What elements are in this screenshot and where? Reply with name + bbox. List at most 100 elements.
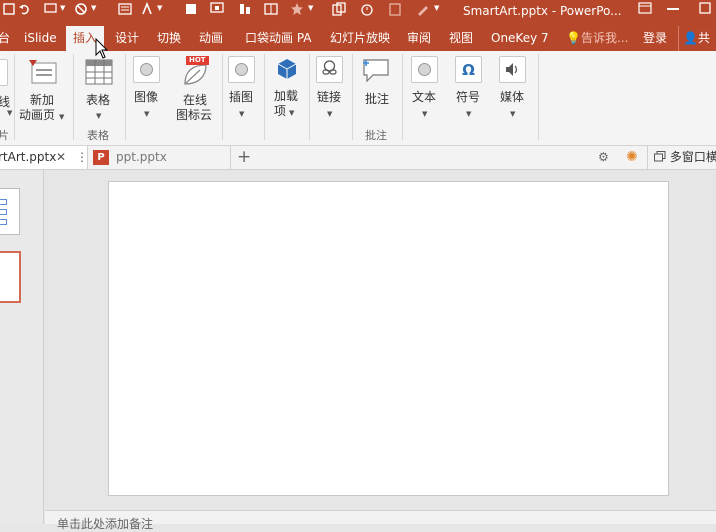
omega-icon: Ω [455,56,482,83]
illustrations-icon [228,56,255,83]
lightbulb-icon: 💡 [566,31,581,45]
tab-islide[interactable]: iSlide [24,26,57,51]
tell-me-placeholder: 告诉我... [580,31,629,45]
divider [222,54,223,140]
slide-icon[interactable] [118,2,132,16]
image-icon [133,56,160,83]
share-button[interactable]: 👤共 [678,26,710,51]
multi-window-button[interactable]: 多窗口横 [647,146,716,169]
link-icon [316,56,343,83]
notes-pane[interactable]: 单击此处添加备注 [45,510,716,531]
layout-icon[interactable] [264,2,278,16]
paste-icon[interactable] [388,2,402,16]
chevron-down-icon: ▼ [510,110,516,118]
save-icon[interactable] [2,2,16,16]
group-label-table: 表格 [87,129,109,142]
block-icon[interactable] [74,2,88,16]
symbols-button[interactable]: Ω 符号 ▼ [450,51,488,123]
chevron-down-icon[interactable]: ▼ [308,4,313,12]
tab-transitions[interactable]: 切换 [157,26,181,51]
addins-cube-icon [277,59,297,79]
settings-gear-icon[interactable]: ✺ [626,146,638,169]
redo-icon[interactable] [44,2,58,16]
close-icon[interactable]: ✕ [56,146,66,169]
slide-canvas[interactable] [108,181,669,496]
brush-icon[interactable] [416,2,430,16]
smartart-box-icon [0,199,7,205]
divider [73,54,74,140]
align-icon[interactable] [238,2,252,16]
doc-tab-ppt[interactable]: P ppt.pptx [89,146,231,169]
comment-icon [363,59,389,83]
image-button[interactable]: 图像 ▼ [128,51,166,123]
divider [264,54,265,140]
text-button[interactable]: 文本 ▼ [406,51,444,123]
chevron-down-icon: ▼ [289,109,295,117]
chevron-down-icon[interactable]: ▼ [434,4,439,12]
online-icons-button[interactable]: HOT 在线 图标云 [172,51,218,123]
chevron-down-icon[interactable]: ▼ [60,4,65,12]
partial-icon [0,59,8,86]
tab-design[interactable]: 设计 [115,26,139,51]
undo-icon[interactable] [18,2,32,16]
shape-icon[interactable] [184,2,198,16]
partial-group-label: 片 [0,129,9,142]
maximize-icon[interactable] [698,2,712,14]
links-button[interactable]: 链接 ▼ [313,51,349,123]
slide-thumbnail[interactable] [0,188,20,235]
tab-partial[interactable]: 台 [0,26,10,51]
chevron-down-icon[interactable]: ▼ [91,4,96,12]
new-animation-page-button[interactable]: 新加 动画页 ▼ [16,51,68,123]
new-tab-button[interactable]: + [237,146,251,169]
tab-view[interactable]: 视图 [449,26,473,51]
font-icon[interactable] [140,2,154,16]
star-icon[interactable] [290,2,304,16]
chevron-down-icon: ▼ [96,112,102,120]
tab-onekey[interactable]: OneKey 7 [491,26,549,51]
slide-thumbnail-pane [0,170,44,524]
chevron-down-icon: ▼ [59,113,65,121]
table-button[interactable]: 表格 ▼ [78,51,122,123]
svg-text:Ω: Ω [462,61,475,79]
ribbon-insert: 线 ▼ 片 新加 动画页 ▼ 表格 ▼ 表格 图像 ▼ HOT 在线 图标云 插… [0,51,716,146]
share-label: 共 [697,31,710,45]
more-options-icon[interactable]: ⋮ [76,146,88,169]
minimize-icon[interactable] [667,8,679,10]
divider [402,54,403,140]
tab-animations[interactable]: 动画 [199,26,223,51]
comment-button[interactable]: 批注 [356,51,398,123]
signin-link[interactable]: 登录 [643,26,667,51]
timer-icon[interactable] [360,2,374,16]
slide-thumbnail-selected[interactable] [0,251,21,303]
chevron-down-icon[interactable]: ▼ [157,4,162,12]
tab-pocket-animation[interactable]: 口袋动画 PA [245,26,312,51]
tab-review[interactable]: 审阅 [407,26,431,51]
doc-tab-smartart[interactable]: rtArt.pptx ✕ ⋮ [0,146,88,169]
title-bar: ▼ ▼ ▼ ▼ ▼ SmartArt.pptx - PowerPo... [0,0,716,26]
mouse-cursor-icon [95,38,109,59]
tell-me-search[interactable]: 💡告诉我... [566,26,628,51]
chevron-down-icon: ▼ [327,110,333,118]
powerpoint-icon: P [93,150,109,165]
doc-tab-label: ppt.pptx [116,150,167,164]
tab-slideshow[interactable]: 幻灯片放映 [330,26,390,51]
chevron-down-icon: ▼ [239,110,245,118]
illustrations-button[interactable]: 插图 ▼ [225,51,261,123]
copy-icon[interactable] [332,2,346,16]
windows-icon [654,151,666,162]
new-slide-icon [29,60,57,84]
addins-button[interactable]: 加载 项 ▼ [268,51,306,123]
divider [309,54,310,140]
person-icon: 👤 [683,31,698,45]
doc-tab-label: rtArt.pptx [0,150,57,164]
hot-badge: HOT [186,56,209,65]
chevron-down-icon: ▼ [422,110,428,118]
media-button[interactable]: 媒体 ▼ [494,51,532,123]
chevron-down-icon: ▼ [7,109,13,117]
tools-icon[interactable]: ⚙ [598,146,609,169]
chevron-down-icon: ▼ [144,110,150,118]
multi-window-label: 多窗口横 [669,150,716,164]
chevron-down-icon: ▼ [466,110,472,118]
ribbon-display-icon[interactable] [638,2,652,14]
presenter-icon[interactable] [210,2,224,16]
